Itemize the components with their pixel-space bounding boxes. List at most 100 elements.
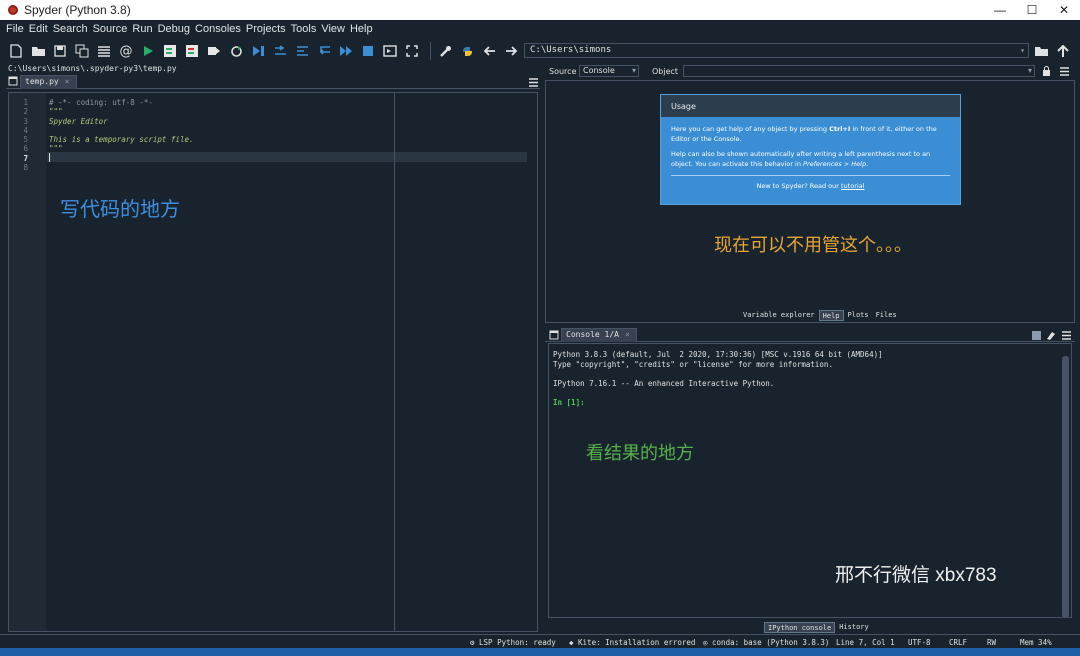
code-editor[interactable]: 1 2 3 4 5 6 7 8 # -*- coding: utf-8 -*- … <box>8 92 538 632</box>
console-line: IPython 7.16.1 -- An enhanced Interactiv… <box>553 379 775 388</box>
python-path-icon[interactable] <box>458 42 476 60</box>
kite-icon: ◆ <box>569 638 579 647</box>
maximize-pane-icon[interactable] <box>381 42 399 60</box>
menu-projects[interactable]: Projects <box>246 23 286 35</box>
rerun-icon[interactable] <box>227 42 245 60</box>
tab-files[interactable]: Files <box>872 310 900 321</box>
usage-divider <box>671 175 950 176</box>
back-arrow-icon[interactable] <box>480 42 498 60</box>
console-scrollbar[interactable] <box>1062 356 1069 618</box>
menu-edit[interactable]: Edit <box>29 23 48 35</box>
usage-body: Here you can get help of any object by p… <box>661 117 960 192</box>
toolbar-separator <box>430 42 431 60</box>
menu-search[interactable]: Search <box>53 23 88 35</box>
open-file-icon[interactable] <box>29 42 47 60</box>
hamburger-menu-icon[interactable] <box>529 77 538 90</box>
stop-kernel-icon[interactable] <box>1032 330 1041 343</box>
chevron-down-icon[interactable]: ▾ <box>1020 44 1025 57</box>
working-directory-text: C:\Users\simons <box>530 45 612 55</box>
text-cursor <box>49 153 50 162</box>
menu-help[interactable]: Help <box>350 23 373 35</box>
code-line: Spyder Editor <box>49 117 108 126</box>
menu-view[interactable]: View <box>321 23 345 35</box>
annotation-editor: 写代码的地方 <box>60 197 180 221</box>
tab-help[interactable]: Help <box>818 310 844 321</box>
object-label: Object <box>652 67 679 76</box>
continue-icon[interactable] <box>337 42 355 60</box>
menu-debug[interactable]: Debug <box>158 23 190 35</box>
usage-shortcut: Ctrl+I <box>829 125 851 133</box>
outline-icon[interactable] <box>95 42 113 60</box>
title-bar: Spyder (Python 3.8) — ☐ ✕ <box>0 0 1080 20</box>
tab-ipython-console[interactable]: IPython console <box>764 622 836 633</box>
tutorial-link[interactable]: tutorial <box>841 182 864 190</box>
usage-text: . <box>866 159 869 168</box>
usage-text: New to Spyder? Read our <box>756 182 841 190</box>
usage-title: Usage <box>661 95 960 117</box>
working-directory-combo[interactable]: C:\Users\simons ▾ <box>524 43 1029 58</box>
stop-debug-icon[interactable] <box>359 42 377 60</box>
lsp-status: ⚙ LSP Python: ready <box>470 638 556 647</box>
save-icon[interactable] <box>51 42 69 60</box>
menu-bar: File Edit Search Source Run Debug Consol… <box>0 20 1080 38</box>
menu-consoles[interactable]: Consoles <box>195 23 241 35</box>
kite-status: ◆ Kite: Installation errored <box>569 638 695 647</box>
step-return-icon[interactable] <box>315 42 333 60</box>
run-cell-advance-icon[interactable] <box>183 42 201 60</box>
at-symbol-icon[interactable]: @ <box>117 42 135 60</box>
tab-label: temp.py <box>25 77 59 86</box>
debug-icon[interactable] <box>249 42 267 60</box>
usage-paragraph: Help can also be shown automatically aft… <box>671 150 950 169</box>
line-number: 2 <box>23 107 28 116</box>
chevron-down-icon: ▾ <box>1027 66 1032 75</box>
menu-source[interactable]: Source <box>93 23 128 35</box>
close-button[interactable]: ✕ <box>1048 0 1080 20</box>
menu-file[interactable]: File <box>6 23 24 35</box>
annotation-console: 看结果的地方 <box>586 443 694 464</box>
clear-console-eraser-icon[interactable] <box>1046 330 1056 343</box>
help-toolbar: Source Console ▾ Object ▾ <box>545 63 1075 79</box>
source-value: Console <box>583 66 615 75</box>
parent-directory-icon[interactable] <box>1054 42 1072 60</box>
source-label: Source <box>549 67 577 76</box>
browse-tabs-icon[interactable] <box>549 330 559 343</box>
run-selection-icon[interactable] <box>205 42 223 60</box>
menu-run[interactable]: Run <box>132 23 152 35</box>
hamburger-menu-icon[interactable] <box>1062 330 1071 343</box>
browse-folder-icon[interactable] <box>1032 42 1050 60</box>
new-file-icon[interactable] <box>7 42 25 60</box>
tab-temp-py[interactable]: temp.py × <box>20 75 77 89</box>
minimize-button[interactable]: — <box>984 0 1016 20</box>
preferences-wrench-icon[interactable] <box>436 42 454 60</box>
menu-tools[interactable]: Tools <box>291 23 317 35</box>
object-combo[interactable]: ▾ <box>683 65 1035 77</box>
forward-arrow-icon[interactable] <box>502 42 520 60</box>
step-icon[interactable] <box>271 42 289 60</box>
tab-close-icon[interactable]: × <box>65 77 70 86</box>
fullscreen-icon[interactable] <box>403 42 421 60</box>
window-controls: — ☐ ✕ <box>984 0 1080 20</box>
browse-tabs-icon[interactable] <box>8 76 18 89</box>
run-cell-icon[interactable] <box>161 42 179 60</box>
cursor-position: Line 7, Col 1 <box>836 638 895 647</box>
file-permissions: RW <box>987 638 997 647</box>
tab-variable-explorer[interactable]: Variable explorer <box>740 310 818 321</box>
conda-status: ◎ conda: base (Python 3.8.3) <box>703 638 829 647</box>
step-into-icon[interactable] <box>293 42 311 60</box>
watermark-text: 邢不行微信 xbx783 <box>835 565 997 586</box>
tab-history[interactable]: History <box>836 622 872 633</box>
tab-console[interactable]: Console 1/A × <box>561 328 637 342</box>
save-all-icon[interactable] <box>73 42 91 60</box>
usage-paragraph: Here you can get help of any object by p… <box>671 125 950 144</box>
maximize-button[interactable]: ☐ <box>1016 0 1048 20</box>
tab-plots[interactable]: Plots <box>844 310 872 321</box>
usage-preferences-path: Preferences > Help <box>803 159 867 168</box>
usage-text: Help can also be shown automatically aft… <box>671 150 931 168</box>
usage-footer: New to Spyder? Read our tutorial <box>671 182 950 192</box>
tab-close-icon[interactable]: × <box>625 330 630 339</box>
lock-icon[interactable] <box>1042 66 1051 78</box>
source-combo[interactable]: Console ▾ <box>579 65 639 77</box>
hamburger-menu-icon[interactable] <box>1060 67 1069 78</box>
run-icon[interactable] <box>139 42 157 60</box>
console-line: Type "copyright", "credits" or "license"… <box>553 360 833 369</box>
